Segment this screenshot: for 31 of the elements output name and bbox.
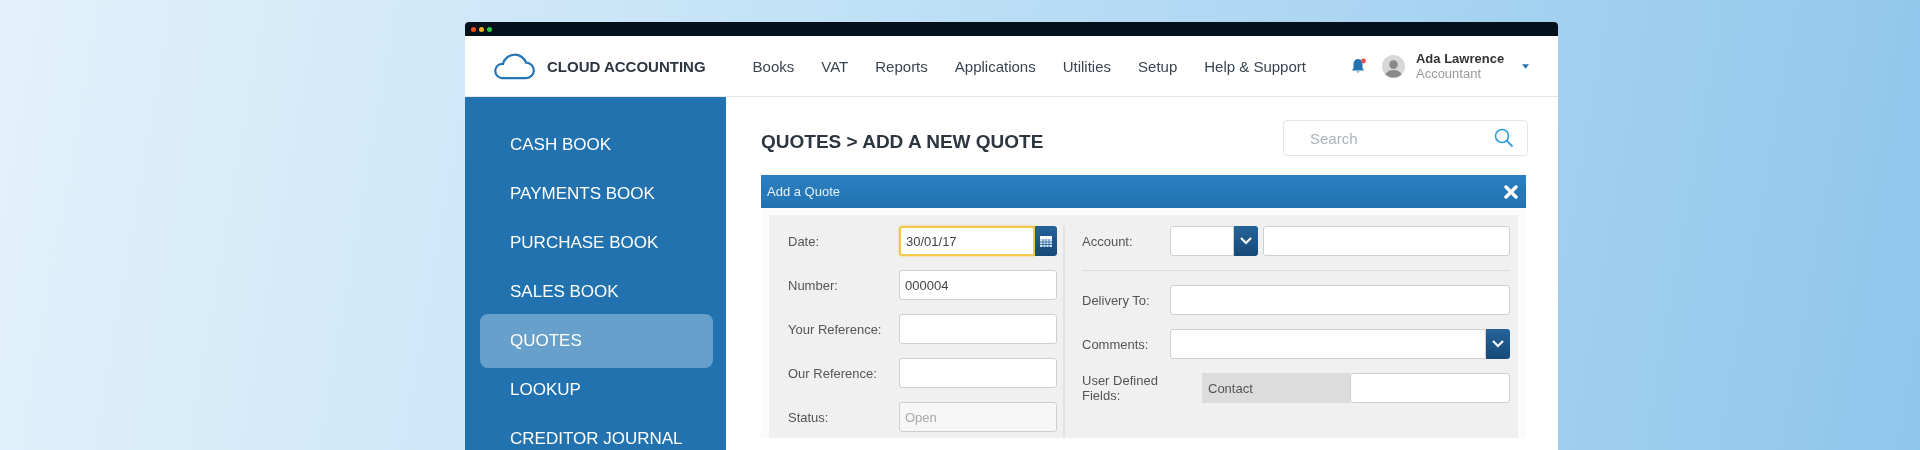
nav-link[interactable]: Setup — [1138, 57, 1178, 75]
nav-link[interactable]: Help & Support — [1204, 57, 1306, 75]
sidebar-item[interactable]: SALES BOOK — [480, 275, 713, 309]
sidebar-item[interactable]: CREDITOR JOURNAL — [480, 422, 713, 450]
user-role: Accountant — [1415, 66, 1482, 81]
field-label: User Defined Fields: — [1082, 373, 1159, 403]
brand-name: CLOUD ACCOUNTING — [547, 57, 706, 75]
user-name: Ada Lawrence — [1415, 51, 1505, 66]
field-name-cell: Contact — [1202, 373, 1350, 403]
field-label: Date: — [788, 233, 821, 249]
field-label: Our Reference: — [788, 365, 878, 381]
page-title: QUOTES > ADD A NEW QUOTE — [761, 131, 1044, 153]
text-field[interactable]: 000004 — [899, 270, 1057, 300]
nav-link[interactable]: VAT — [821, 57, 849, 75]
sidebar-item[interactable]: PURCHASE BOOK — [480, 226, 713, 260]
field-label: Comments: — [1082, 336, 1150, 352]
field-label: Delivery To: — [1082, 292, 1151, 308]
date-field[interactable]: 30/01/17 — [899, 226, 1035, 256]
field-label: Number: — [788, 277, 839, 293]
field-label: Account: — [1082, 233, 1134, 249]
dialog-title: Add a Quote — [767, 184, 840, 199]
nav-link[interactable]: Books — [752, 57, 795, 75]
sidebar-item[interactable]: CASH BOOK — [480, 128, 713, 162]
search-field[interactable]: Search — [1283, 120, 1528, 156]
field-label: Status: — [788, 409, 830, 425]
nav-link[interactable]: Reports — [875, 57, 928, 75]
field-label: Your Reference: — [788, 321, 883, 337]
nav-link[interactable]: Applications — [954, 57, 1036, 75]
sidebar-item[interactable]: LOOKUP — [480, 373, 713, 407]
sidebar-item[interactable]: PAYMENTS BOOK — [480, 177, 713, 211]
nav-link[interactable]: Utilities — [1062, 57, 1112, 75]
